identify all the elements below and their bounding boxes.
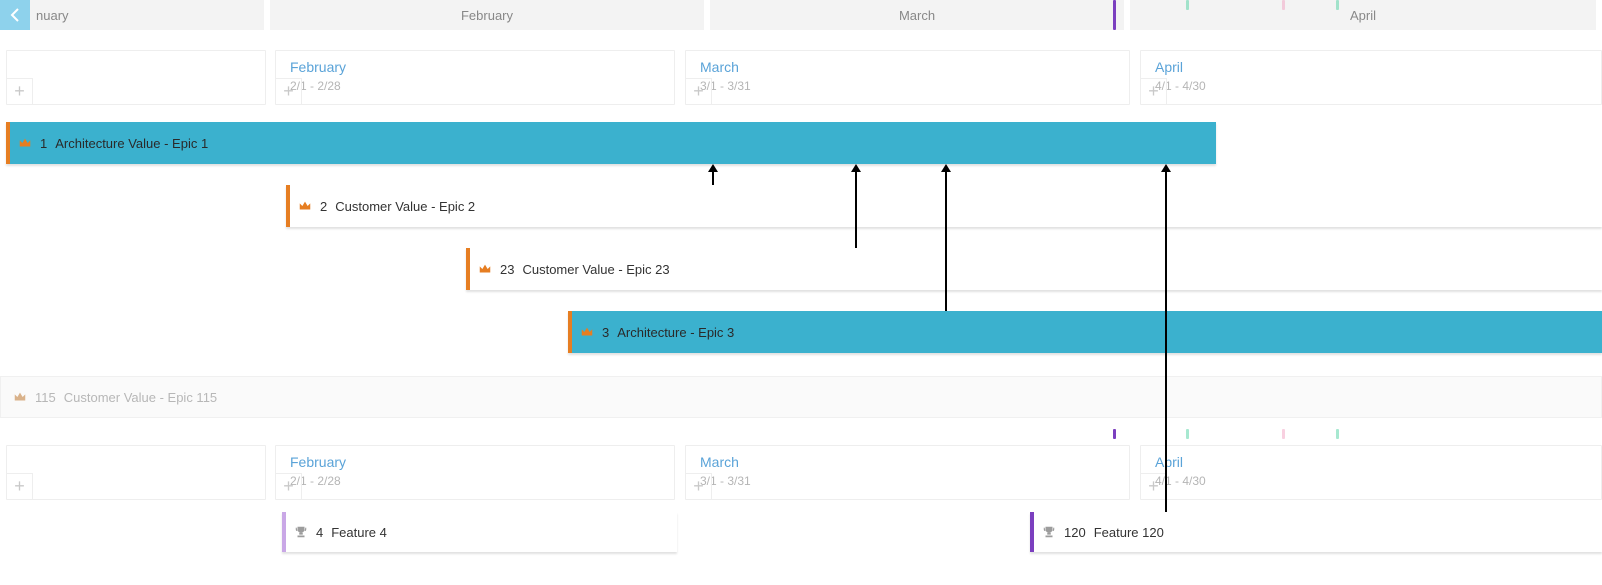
- month-cell[interactable]: April: [1130, 0, 1602, 30]
- add-button[interactable]: +: [686, 473, 712, 499]
- epic-id: 1: [40, 136, 47, 151]
- epic-bar[interactable]: 2 Customer Value - Epic 2: [286, 185, 1602, 227]
- feature-id: 120: [1064, 525, 1086, 540]
- epic-bar[interactable]: 23 Customer Value - Epic 23: [466, 248, 1602, 290]
- dependency-arrow: [855, 172, 857, 248]
- sprint-header[interactable]: March 3/1 - 3/31 +: [685, 50, 1130, 105]
- timeline-marker: [1336, 429, 1339, 439]
- month-label: nuary: [36, 8, 69, 23]
- crown-icon: [298, 199, 312, 213]
- crown-icon: [478, 262, 492, 276]
- epic-id: 3: [602, 325, 609, 340]
- epic-stripe: [568, 311, 572, 353]
- timeline-marker: [1113, 429, 1116, 439]
- add-button[interactable]: +: [276, 473, 302, 499]
- trophy-icon: [294, 525, 308, 539]
- add-button[interactable]: +: [1141, 473, 1167, 499]
- timeline-marker: [1282, 429, 1285, 439]
- dependency-arrow: [1165, 172, 1167, 512]
- epic-id: 23: [500, 262, 514, 277]
- epic-id: 115: [35, 390, 56, 405]
- dependency-arrow: [712, 172, 714, 185]
- epic-label: Customer Value - Epic 23: [522, 262, 669, 277]
- month-cell[interactable]: nuary: [0, 0, 270, 30]
- month-label: March: [899, 8, 935, 23]
- month-label: April: [1350, 8, 1376, 23]
- timeline-marker: [1186, 0, 1189, 10]
- feature-label: Feature 4: [331, 525, 387, 540]
- trophy-icon: [1042, 525, 1056, 539]
- epic-stripe: [466, 248, 470, 290]
- feature-id: 4: [316, 525, 323, 540]
- feature-stripe: [282, 512, 286, 552]
- arrow-head-icon: [851, 164, 861, 172]
- sprint-title: February: [290, 454, 346, 470]
- month-header: nuary February March April: [0, 0, 1602, 30]
- sprint-header[interactable]: April 4/1 - 4/30 +: [1140, 445, 1602, 500]
- epic-label: Architecture - Epic 3: [617, 325, 734, 340]
- timeline-marker: [1186, 429, 1189, 439]
- month-label: February: [461, 8, 513, 23]
- arrow-head-icon: [941, 164, 951, 172]
- epic-label: Customer Value - Epic 2: [335, 199, 475, 214]
- sprint-header[interactable]: +: [6, 445, 266, 500]
- sprint-title: March: [700, 59, 739, 75]
- timeline-marker: [1113, 0, 1116, 30]
- add-button[interactable]: +: [686, 78, 712, 104]
- sprint-header[interactable]: February 2/1 - 2/28 +: [275, 50, 675, 105]
- timeline-marker: [1336, 0, 1339, 10]
- epic-label: Customer Value - Epic 115: [64, 390, 217, 405]
- feature-stripe: [1030, 512, 1034, 552]
- epic-stripe: [6, 122, 10, 164]
- dependency-arrow: [945, 172, 947, 311]
- sprint-title: February: [290, 59, 346, 75]
- crown-icon: [580, 325, 594, 339]
- add-button[interactable]: +: [1141, 78, 1167, 104]
- epic-bar[interactable]: 1 Architecture Value - Epic 1: [6, 122, 1216, 164]
- add-button[interactable]: +: [276, 78, 302, 104]
- crown-icon: [18, 136, 32, 150]
- sprint-title: March: [700, 454, 739, 470]
- add-button[interactable]: +: [7, 78, 33, 104]
- epic-id: 2: [320, 199, 327, 214]
- arrow-head-icon: [1161, 164, 1171, 172]
- feature-bar[interactable]: 4 Feature 4: [282, 512, 677, 552]
- nav-prev-button[interactable]: [0, 0, 30, 30]
- sprint-title: April: [1155, 59, 1183, 75]
- sprint-header[interactable]: +: [6, 50, 266, 105]
- sprint-header[interactable]: February 2/1 - 2/28 +: [275, 445, 675, 500]
- month-cell[interactable]: March: [710, 0, 1130, 30]
- arrow-head-icon: [708, 164, 718, 172]
- epic-bar-ghost[interactable]: 115 Customer Value - Epic 115: [0, 376, 1602, 418]
- sprint-header[interactable]: April 4/1 - 4/30 +: [1140, 50, 1602, 105]
- sprint-header[interactable]: March 3/1 - 3/31 +: [685, 445, 1130, 500]
- epic-bar[interactable]: 3 Architecture - Epic 3: [568, 311, 1602, 353]
- add-button[interactable]: +: [7, 473, 33, 499]
- feature-bar[interactable]: 120 Feature 120: [1030, 512, 1602, 552]
- crown-icon: [13, 390, 27, 404]
- month-cell[interactable]: February: [270, 0, 710, 30]
- timeline-marker: [1282, 0, 1285, 10]
- sprint-title: April: [1155, 454, 1183, 470]
- epic-label: Architecture Value - Epic 1: [55, 136, 208, 151]
- feature-label: Feature 120: [1094, 525, 1164, 540]
- epic-stripe: [286, 185, 290, 227]
